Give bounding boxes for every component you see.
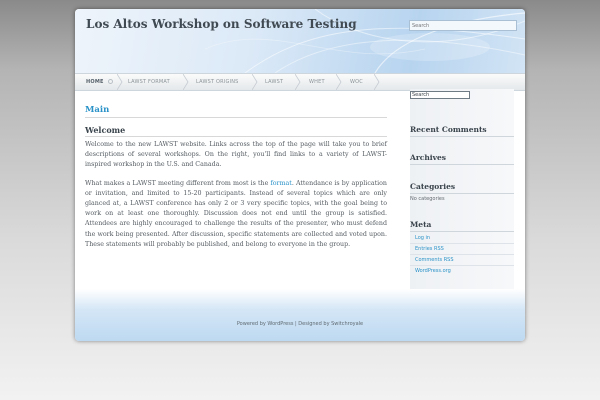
sidebar-heading-archives: Archives xyxy=(410,153,446,162)
nav-separator-icon xyxy=(336,74,342,90)
divider xyxy=(85,117,387,118)
main-content: Main Welcome Welcome to the new LAWST we… xyxy=(85,105,387,250)
divider xyxy=(410,265,514,266)
section-title: Main xyxy=(85,105,110,115)
post-title[interactable]: Welcome xyxy=(85,125,387,135)
divider xyxy=(410,243,514,244)
sidebar-heading-meta: Meta xyxy=(410,220,432,229)
nav-item-lawst[interactable]: LAWST xyxy=(265,74,283,90)
meta-link-wordpress-org[interactable]: WordPress.org xyxy=(415,268,451,274)
home-circle-icon xyxy=(108,79,113,84)
nav-separator-icon xyxy=(252,74,258,90)
header-search-input[interactable] xyxy=(409,20,517,31)
no-categories-text: No categories xyxy=(410,196,445,202)
format-link[interactable]: format xyxy=(270,180,291,187)
site-title[interactable]: Los Altos Workshop on Software Testing xyxy=(86,17,357,31)
sidebar-search-input[interactable] xyxy=(410,91,470,99)
nav-separator-icon xyxy=(295,74,301,90)
sidebar-heading-recent-comments: Recent Comments xyxy=(410,125,487,134)
nav-item-lawst-format[interactable]: LAWST FORMAT xyxy=(128,74,170,90)
nav-item-whet[interactable]: WHET xyxy=(309,74,325,90)
nav-item-lawst-origins[interactable]: LAWST ORIGINS xyxy=(196,74,239,90)
paragraph-text: What makes a LAWST meeting different fro… xyxy=(85,179,271,187)
paragraph-text: . Attendance is by application or invita… xyxy=(85,179,387,248)
nav-item-woc[interactable]: WOC xyxy=(350,74,363,90)
site-header: Los Altos Workshop on Software Testing xyxy=(75,9,525,73)
meta-link-log-in[interactable]: Log in xyxy=(415,235,430,241)
page-wrapper: Los Altos Workshop on Software Testing H… xyxy=(75,9,525,341)
post-paragraph-2: What makes a LAWST meeting different fro… xyxy=(85,179,387,250)
meta-link-comments-rss[interactable]: Comments RSS xyxy=(415,257,454,263)
nav-separator-icon xyxy=(183,74,189,90)
footer-credits: Powered by WordPress | Designed by Switc… xyxy=(236,321,364,327)
divider xyxy=(410,193,514,194)
sidebar-heading-categories: Categories xyxy=(410,182,456,191)
divider xyxy=(410,164,514,165)
divider xyxy=(410,254,514,255)
nav-separator-icon xyxy=(117,74,123,90)
meta-link-entries-rss[interactable]: Entries RSS xyxy=(415,246,444,252)
divider xyxy=(85,136,387,137)
site-footer: Powered by WordPress | Designed by Switc… xyxy=(75,289,525,341)
divider xyxy=(410,136,514,137)
nav-separator-icon xyxy=(374,74,380,90)
post-paragraph-1: Welcome to the new LAWST website. Links … xyxy=(85,141,387,169)
divider xyxy=(410,231,514,232)
sidebar: Recent Comments Archives Categories No c… xyxy=(410,89,514,289)
nav-item-home[interactable]: HOME xyxy=(86,74,104,90)
